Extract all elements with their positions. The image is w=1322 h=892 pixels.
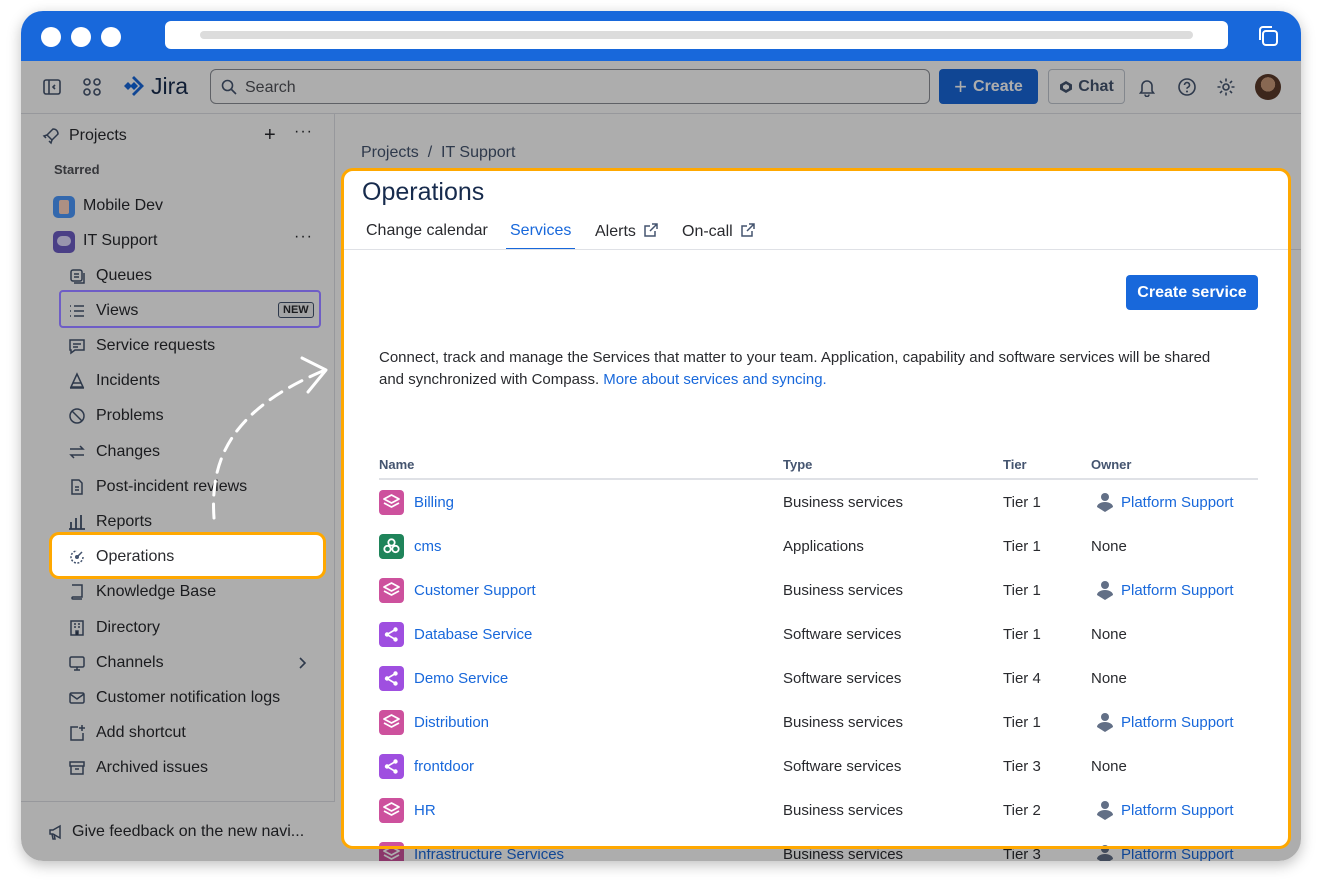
sidebar-footer: Give feedback on the new navi... <box>21 801 335 861</box>
address-placeholder-line <box>200 31 1193 39</box>
window-maximize-dot[interactable] <box>101 27 121 47</box>
user-avatar[interactable] <box>1255 74 1281 100</box>
starred-heading: Starred <box>54 162 100 177</box>
sidebar-item-label: Archived issues <box>96 759 209 776</box>
copy-icon[interactable] <box>1256 24 1280 48</box>
chat-button[interactable]: Chat <box>1048 69 1125 104</box>
mobile-dev-avatar <box>53 196 75 218</box>
sidebar-item-queues[interactable]: Queues <box>21 261 335 291</box>
give-feedback-button[interactable]: Give feedback on the new navi... <box>21 817 335 847</box>
sidebar-item-knowledge-base[interactable]: Knowledge Base <box>21 577 335 607</box>
projects-more-icon[interactable]: ··· <box>294 123 313 141</box>
notifications-bell-icon[interactable] <box>1137 77 1157 97</box>
sidebar-toggle-icon[interactable] <box>42 77 62 97</box>
projects-label: Projects <box>69 127 127 144</box>
sidebar-item-directory[interactable]: Directory <box>21 613 335 643</box>
megaphone-icon <box>49 824 61 840</box>
sidebar-item-label: Add shortcut <box>96 724 186 741</box>
chevron-right-icon[interactable] <box>297 657 307 669</box>
sidebar-projects-header[interactable]: Projects + ··· <box>21 121 335 151</box>
add-project-icon[interactable]: + <box>264 124 276 147</box>
sidebar-item-label: Customer notification logs <box>96 689 281 706</box>
sidebar-item-add-shortcut[interactable]: Add shortcut <box>21 718 335 748</box>
search-icon <box>221 79 237 95</box>
operations-nav-highlight-frame <box>49 532 326 579</box>
jira-logo-text[interactable]: Jira <box>151 73 188 100</box>
document-icon <box>71 479 83 495</box>
breadcrumb[interactable]: Projects / IT Support <box>361 144 515 162</box>
give-feedback-label: Give feedback on the new navi... <box>72 823 305 840</box>
bar-chart-icon <box>69 515 85 530</box>
sidebar-item-archived-issues[interactable]: Archived issues <box>21 753 335 783</box>
sidebar-item-label: Incidents <box>96 372 161 389</box>
address-bar[interactable] <box>165 21 1228 49</box>
rovo-chat-icon <box>1060 80 1073 93</box>
archive-icon <box>69 761 85 775</box>
settings-gear-icon[interactable] <box>1216 77 1236 97</box>
it-support-avatar <box>53 231 75 253</box>
search-placeholder: Search <box>245 79 296 96</box>
browser-chrome <box>21 11 1301 61</box>
app-switcher-icon[interactable] <box>82 77 102 97</box>
project-label: IT Support <box>83 232 158 249</box>
sidebar-item-label: Changes <box>96 443 161 460</box>
problem-icon <box>69 408 85 424</box>
operations-highlight-frame <box>341 168 1291 849</box>
annotation-arrow-icon <box>212 356 328 520</box>
sidebar-item-label: Channels <box>96 654 164 671</box>
add-shortcut-icon <box>70 725 85 741</box>
rocket-icon <box>42 128 59 145</box>
changes-icon <box>69 445 85 459</box>
monitor-icon <box>69 656 85 671</box>
window-minimize-dot[interactable] <box>71 27 91 47</box>
help-icon[interactable] <box>1177 77 1197 97</box>
incident-icon <box>69 372 85 389</box>
chat-button-label: Chat <box>1078 77 1114 95</box>
sidebar-item-label: Reports <box>96 513 153 530</box>
sidebar-item-label: Knowledge Base <box>96 583 217 600</box>
it-support-more-icon[interactable]: ··· <box>294 228 313 246</box>
views-highlight-outline <box>59 290 321 328</box>
mail-icon <box>69 692 85 704</box>
building-icon <box>70 620 84 636</box>
jira-logo-icon[interactable] <box>122 74 146 98</box>
top-navigation: Jira Search + Create Chat <box>21 61 1301 114</box>
queues-icon <box>70 269 85 284</box>
plus-icon: + <box>954 73 968 99</box>
sidebar-item-label: Queues <box>96 267 153 284</box>
create-button[interactable]: + Create <box>939 69 1038 104</box>
window-close-dot[interactable] <box>41 27 61 47</box>
sidebar-item-label: Problems <box>96 407 164 424</box>
create-button-label: Create <box>973 77 1023 95</box>
sidebar-item-customer-notification-logs[interactable]: Customer notification logs <box>21 683 335 713</box>
chat-bubble-icon <box>69 339 85 355</box>
search-input[interactable]: Search <box>210 69 930 104</box>
sidebar-project-it-support[interactable]: IT Support ··· <box>21 226 335 256</box>
book-icon <box>71 584 83 600</box>
sidebar-project-mobile-dev[interactable]: Mobile Dev <box>21 191 335 221</box>
sidebar-item-channels[interactable]: Channels <box>21 648 335 678</box>
project-label: Mobile Dev <box>83 197 164 214</box>
sidebar-item-label: Directory <box>96 619 161 636</box>
